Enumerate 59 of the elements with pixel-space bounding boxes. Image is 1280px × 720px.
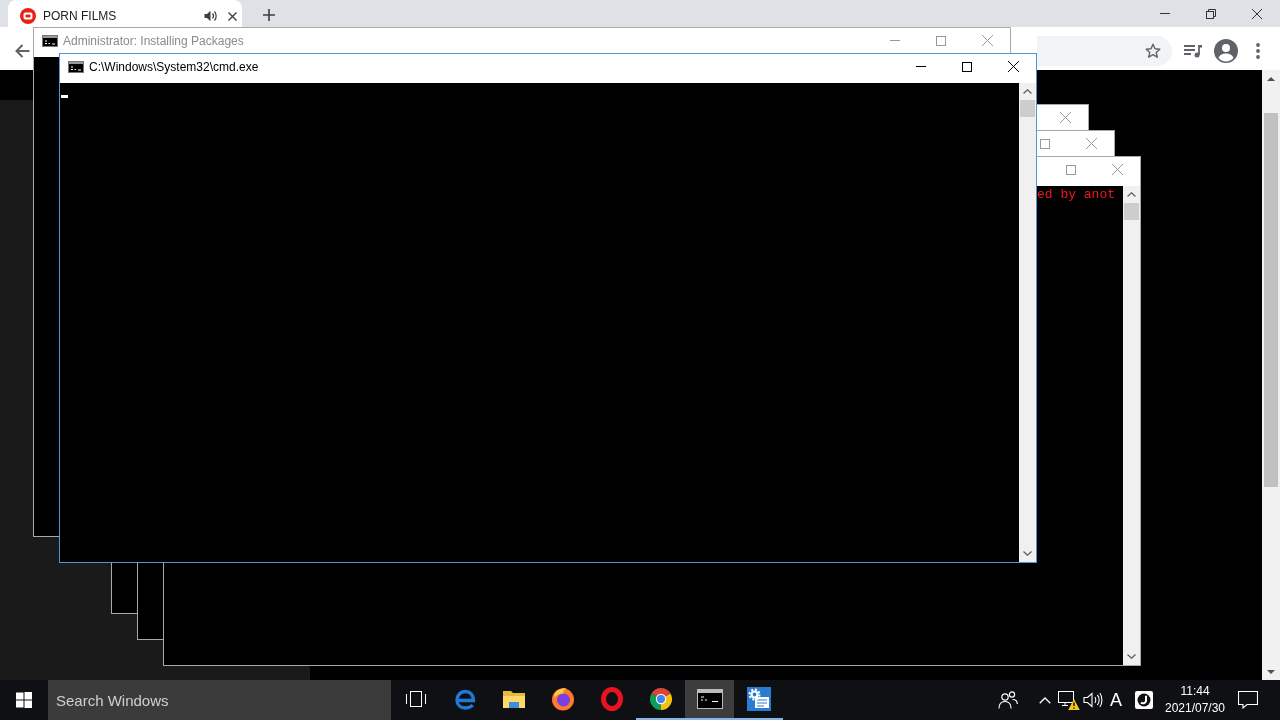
clock-time: 11:44 [1180, 683, 1210, 700]
minimize-icon [1160, 13, 1170, 14]
taskbar-button[interactable] [685, 680, 734, 720]
scrollbar-thumb[interactable] [1264, 113, 1278, 487]
task-view-icon [405, 691, 426, 707]
star-icon [1145, 43, 1161, 59]
terminal-icon [696, 689, 723, 709]
scrollbar-thumb[interactable] [1020, 100, 1035, 117]
chevron-up-icon [1039, 696, 1051, 704]
chevron-down-icon [1023, 551, 1032, 556]
window-title: Administrator: Installing Packages [63, 34, 244, 48]
profile-button[interactable] [1212, 37, 1240, 65]
ring-logo-icon [600, 687, 623, 711]
playlist-icon [1184, 44, 1202, 58]
gear-window-icon [746, 687, 771, 711]
close-icon [1059, 112, 1071, 123]
triangle-up-icon [1267, 76, 1275, 81]
plus-icon [263, 9, 275, 21]
search-field[interactable]: Search Windows [48, 680, 391, 720]
clock-date: 2021/07/30 [1164, 700, 1226, 717]
speech-bubble-icon [1238, 691, 1258, 709]
e-logo-icon [453, 688, 476, 710]
close-icon [1252, 8, 1262, 19]
terminal-icon [42, 35, 58, 47]
network-warning-icon [1058, 690, 1080, 710]
ime-indicator[interactable]: A [1105, 680, 1127, 720]
triangle-down-icon [1267, 669, 1275, 674]
chevron-up-icon [1023, 89, 1032, 94]
close-icon [1007, 61, 1019, 72]
chevron-down-icon [1127, 654, 1136, 659]
folder-icon [501, 689, 526, 709]
speaker-icon[interactable] [204, 10, 217, 22]
favicon-icon [20, 8, 36, 24]
close-icon [227, 11, 237, 21]
minimize-icon [916, 66, 926, 67]
chevron-up-icon [1127, 192, 1136, 197]
close-icon [1111, 164, 1123, 175]
terminal-icon [68, 61, 84, 73]
disc-logo-icon [550, 687, 575, 711]
circle-badge-icon [1135, 691, 1153, 709]
maximize-icon [936, 35, 946, 46]
restore-icon [1206, 8, 1216, 19]
back-arrow-icon [14, 43, 30, 59]
maximize-icon [1040, 138, 1050, 149]
close-icon [1085, 138, 1097, 149]
people-icon [998, 691, 1018, 709]
start-icon [16, 692, 32, 708]
segmented-circle-icon [648, 687, 673, 711]
volume-icon [1083, 692, 1103, 708]
maximize-icon [1066, 164, 1076, 175]
more-icon [1256, 43, 1260, 59]
scrollbar-thumb[interactable] [1124, 203, 1139, 220]
avatar-icon [1214, 39, 1238, 63]
minimize-icon [890, 40, 900, 41]
console-text: ed by anot [1037, 187, 1115, 203]
maximize-icon [962, 61, 972, 72]
window-title: C:\Windows\System32\cmd.exe [89, 60, 259, 74]
browser-tab[interactable]: PORN FILMS [8, 0, 242, 27]
close-icon [981, 35, 993, 46]
